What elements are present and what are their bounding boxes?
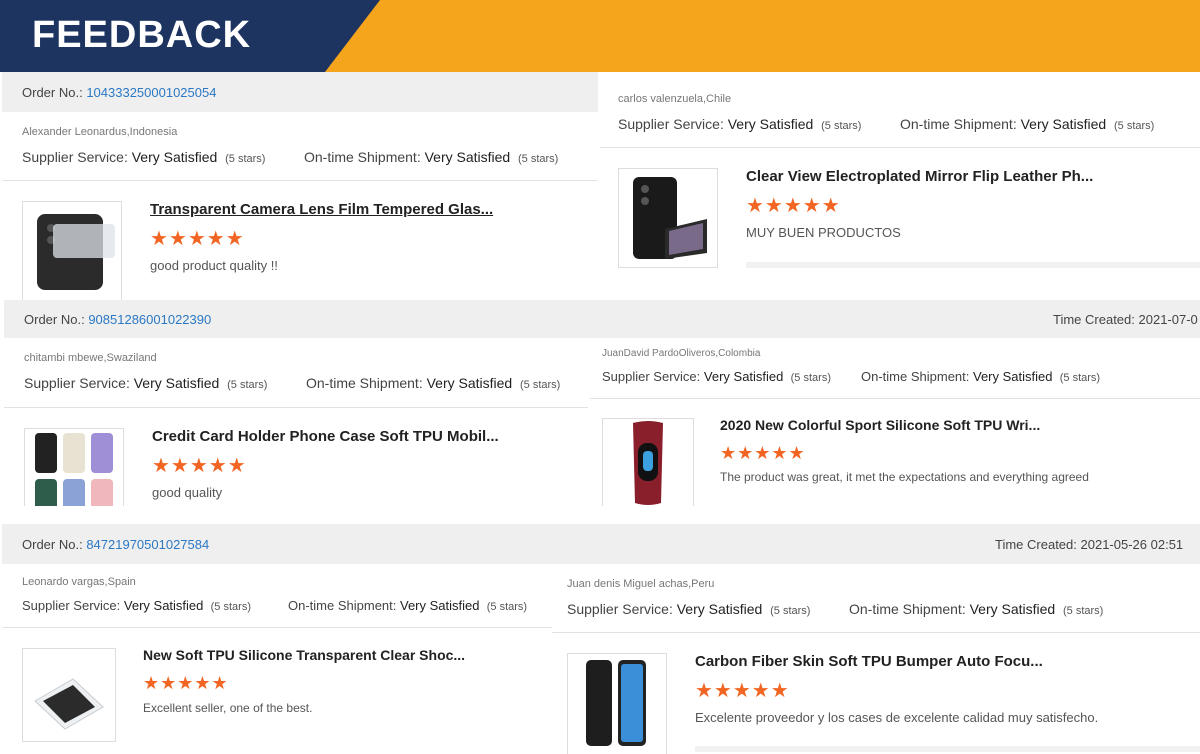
order-bar: Order No.: 104333250001025054 xyxy=(2,72,598,112)
supplier-service-rating: Supplier Service: Very Satisfied (5 star… xyxy=(567,601,811,617)
product-title-link[interactable]: Carbon Fiber Skin Soft TPU Bumper Auto F… xyxy=(695,653,1043,670)
order-bar: Order No.: 90851286001022390 Time Create… xyxy=(4,300,1200,338)
time-created: Time Created: 2021-05-26 02:51 xyxy=(995,537,1184,552)
divider xyxy=(2,180,598,181)
card-holder-cases-image xyxy=(35,433,113,506)
divider xyxy=(2,627,552,628)
product-thumbnail[interactable] xyxy=(567,653,667,754)
buyer-name: Alexander Leonardus,Indonesia xyxy=(22,126,178,138)
review-comment: MUY BUEN PRODUCTOS xyxy=(746,225,901,240)
ontime-shipment-rating: On-time Shipment: Very Satisfied (5 star… xyxy=(288,598,528,613)
product-title-link[interactable]: 2020 New Colorful Sport Silicone Soft TP… xyxy=(720,417,1040,433)
review-card: carlos valenzuela,Chile Supplier Service… xyxy=(600,80,1200,302)
rating-stars: ★★★★★ xyxy=(695,680,790,702)
order-bar: Order No.: 84721970501027584 Time Create… xyxy=(2,524,1200,564)
review-comment: The product was great, it met the expect… xyxy=(720,470,1089,484)
review-card: JuanDavid PardoOliveros,Colombia Supplie… xyxy=(590,338,1200,506)
divider xyxy=(600,147,1200,148)
rating-stars: ★★★★★ xyxy=(720,443,806,463)
feedback-banner: FEEDBACK xyxy=(0,0,1200,72)
order-number-link[interactable]: 104333250001025054 xyxy=(86,85,216,100)
fade-bar xyxy=(746,262,1200,268)
clear-case-image xyxy=(34,678,104,730)
divider xyxy=(552,632,1200,633)
fade-bar xyxy=(695,746,1200,752)
carbon-fiber-case-image xyxy=(586,660,646,746)
time-created: Time Created: 2021-07-0 xyxy=(1053,312,1198,327)
phone-lens-film-image xyxy=(37,214,115,290)
ontime-shipment-rating: On-time Shipment: Very Satisfied (5 star… xyxy=(306,375,561,391)
supplier-service-rating: Supplier Service: Very Satisfied (5 star… xyxy=(22,149,266,165)
review-comment: Excelente proveedor y los cases de excel… xyxy=(695,710,1099,725)
buyer-name: JuanDavid PardoOliveros,Colombia xyxy=(602,348,761,359)
ontime-shipment-rating: On-time Shipment: Very Satisfied (5 star… xyxy=(304,149,559,165)
product-thumbnail[interactable] xyxy=(22,201,122,300)
product-thumbnail[interactable] xyxy=(24,428,124,506)
review-comment: good product quality !! xyxy=(150,258,278,273)
rating-stars: ★★★★★ xyxy=(150,228,245,250)
rating-stars: ★★★★★ xyxy=(143,673,229,693)
product-title-link[interactable]: New Soft TPU Silicone Transparent Clear … xyxy=(143,647,465,663)
order-no-label: Order No.: xyxy=(22,85,83,100)
rating-stars: ★★★★★ xyxy=(152,455,247,477)
divider xyxy=(590,398,1200,399)
buyer-name: chitambi mbewe,Swaziland xyxy=(24,352,157,364)
product-title-link[interactable]: Credit Card Holder Phone Case Soft TPU M… xyxy=(152,428,499,445)
buyer-name: Leonardo vargas,Spain xyxy=(22,576,136,588)
order-number-link[interactable]: 84721970501027584 xyxy=(86,537,209,552)
product-title-link[interactable]: Clear View Electroplated Mirror Flip Lea… xyxy=(746,168,1093,185)
supplier-service-rating: Supplier Service: Very Satisfied (5 star… xyxy=(618,116,862,132)
product-thumbnail[interactable] xyxy=(602,418,694,506)
divider xyxy=(4,407,588,408)
review-card: Juan denis Miguel achas,Peru Supplier Se… xyxy=(552,564,1200,754)
product-thumbnail[interactable] xyxy=(22,648,116,742)
mirror-flip-case-image xyxy=(633,177,707,259)
ontime-shipment-rating: On-time Shipment: Very Satisfied (5 star… xyxy=(849,601,1104,617)
buyer-name: carlos valenzuela,Chile xyxy=(618,93,732,105)
supplier-service-rating: Supplier Service: Very Satisfied (5 star… xyxy=(24,375,268,391)
supplier-service-rating: Supplier Service: Very Satisfied (5 star… xyxy=(602,369,831,384)
buyer-name: Juan denis Miguel achas,Peru xyxy=(567,578,715,590)
order-number-link[interactable]: 90851286001022390 xyxy=(88,312,211,327)
order-no-label: Order No.: xyxy=(24,312,85,327)
ontime-shipment-rating: On-time Shipment: Very Satisfied (5 star… xyxy=(900,116,1155,132)
sport-band-image xyxy=(633,421,663,505)
review-card: chitambi mbewe,Swaziland Supplier Servic… xyxy=(4,338,588,506)
product-title-link[interactable]: Transparent Camera Lens Film Tempered Gl… xyxy=(150,201,493,218)
review-comment: Excellent seller, one of the best. xyxy=(143,701,313,715)
banner-title: FEEDBACK xyxy=(32,14,252,56)
review-card: Leonardo vargas,Spain Supplier Service: … xyxy=(2,564,552,754)
order-no-label: Order No.: xyxy=(22,537,83,552)
review-comment: good quality xyxy=(152,485,223,500)
product-thumbnail[interactable] xyxy=(618,168,718,268)
supplier-service-rating: Supplier Service: Very Satisfied (5 star… xyxy=(22,598,251,613)
review-card: Order No.: 104333250001025054 Alexander … xyxy=(2,72,598,300)
ontime-shipment-rating: On-time Shipment: Very Satisfied (5 star… xyxy=(861,369,1101,384)
rating-stars: ★★★★★ xyxy=(746,195,841,217)
